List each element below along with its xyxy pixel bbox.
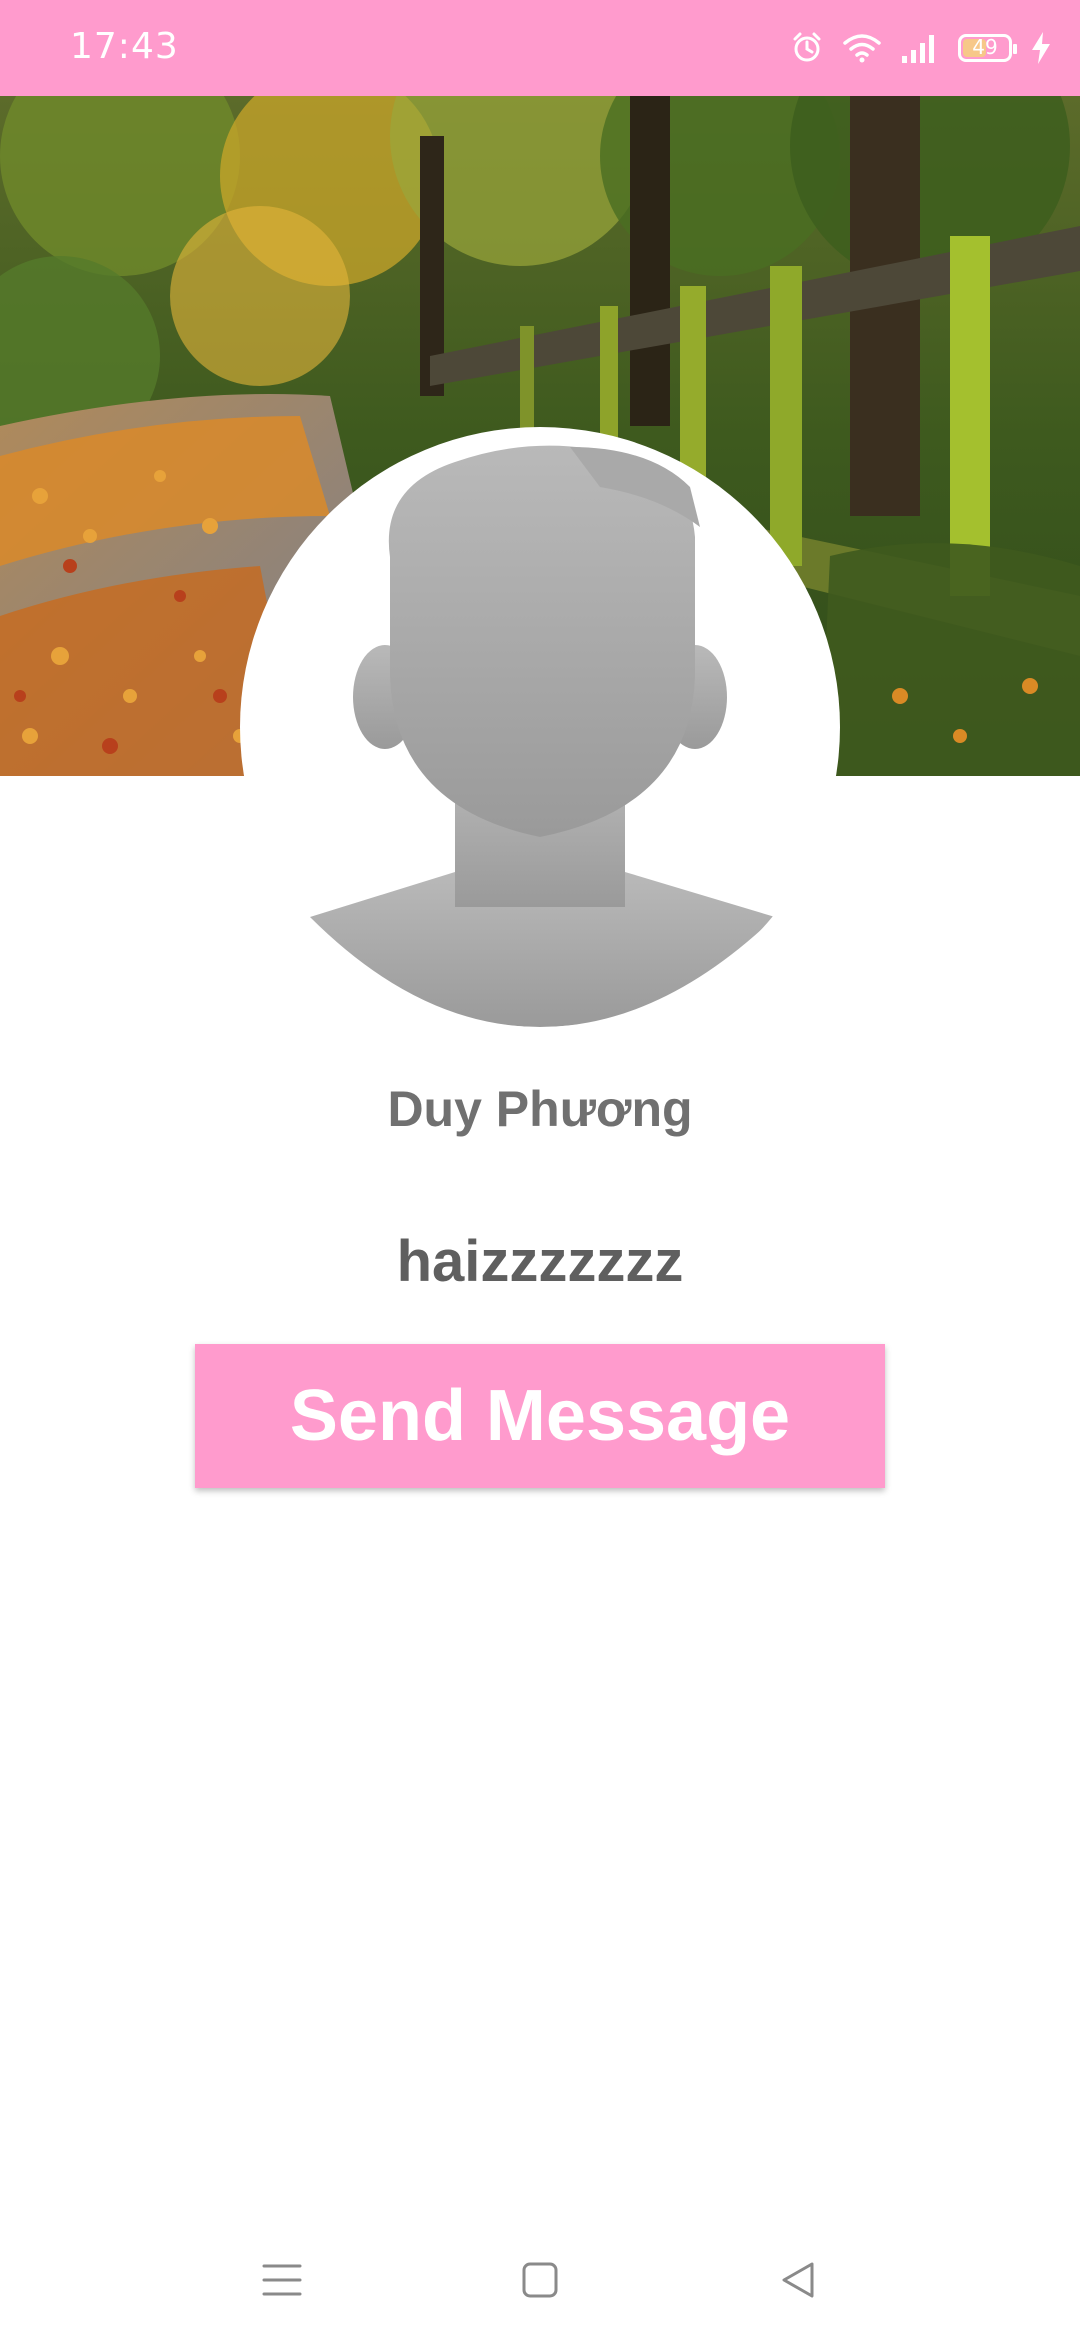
alarm-icon (790, 31, 824, 65)
profile-screen: 17:43 49 Duy Phương haizzzzzzz Send Mess… (0, 0, 1080, 2340)
menu-icon[interactable] (252, 2250, 312, 2310)
battery-level: 49 (972, 35, 998, 59)
navigation-bar (0, 2220, 1080, 2340)
battery-icon: 49 (958, 34, 1017, 62)
signal-icon (900, 32, 940, 64)
status-bar: 17:43 49 (0, 0, 1080, 96)
profile-avatar[interactable] (240, 427, 840, 1027)
wifi-icon (842, 32, 882, 64)
profile-status: haizzzzzzz (396, 1229, 684, 1294)
status-time: 17:43 (70, 26, 179, 67)
back-icon[interactable] (768, 2250, 828, 2310)
status-icons: 49 (790, 28, 1052, 68)
home-icon[interactable] (510, 2250, 570, 2310)
person-icon (310, 445, 775, 1027)
charging-icon (1030, 31, 1052, 65)
profile-name: Duy Phương (387, 1081, 693, 1137)
send-message-button[interactable]: Send Message (195, 1344, 885, 1488)
